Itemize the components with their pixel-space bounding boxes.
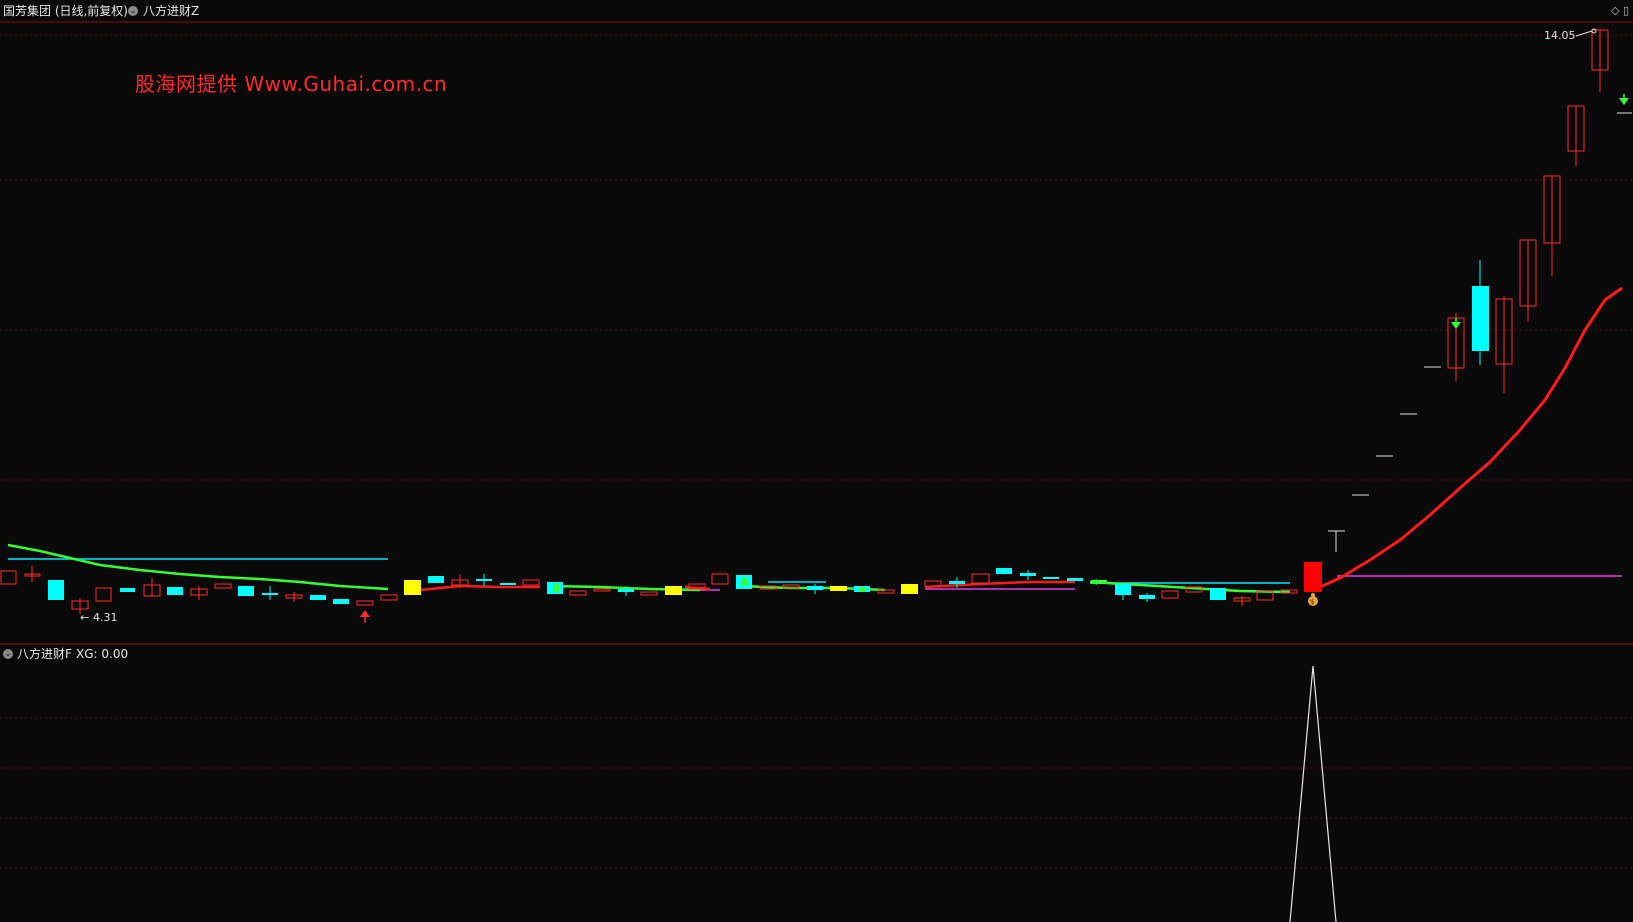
candle-up[interactable] bbox=[640, 591, 658, 596]
candle-highlight bbox=[742, 578, 747, 586]
candle-up[interactable] bbox=[877, 589, 895, 594]
sub-grid bbox=[0, 717, 1633, 869]
candle-down[interactable] bbox=[310, 595, 326, 600]
low-price-arrow: ← bbox=[80, 611, 89, 624]
candle-down[interactable] bbox=[167, 587, 183, 595]
candle-up[interactable] bbox=[0, 570, 17, 585]
svg-text:$: $ bbox=[1310, 598, 1314, 606]
red-ma-line bbox=[419, 584, 540, 592]
candle-up[interactable] bbox=[782, 584, 800, 589]
sub-indicator-label[interactable]: 八方进财F bbox=[17, 644, 72, 664]
chart-canvas[interactable]: $ 14.05 4.31 ← bbox=[0, 0, 1633, 922]
candle-special[interactable] bbox=[665, 586, 682, 595]
low-price-label: 4.31 bbox=[93, 611, 118, 624]
cyan-lines bbox=[8, 558, 1290, 584]
candle-down[interactable] bbox=[262, 593, 278, 595]
candle-down[interactable] bbox=[949, 581, 965, 584]
candle-down[interactable] bbox=[476, 579, 492, 581]
high-price-pointer bbox=[1575, 30, 1593, 37]
candle-up[interactable] bbox=[593, 588, 611, 592]
candle-down[interactable] bbox=[1210, 588, 1226, 600]
candle-special[interactable] bbox=[404, 580, 421, 595]
red-up-arrow-icon bbox=[360, 610, 370, 623]
candle-down[interactable] bbox=[1067, 578, 1083, 581]
green-ma-line bbox=[7, 543, 389, 591]
candle-highlight bbox=[553, 584, 559, 592]
candle-down[interactable] bbox=[1043, 577, 1059, 579]
candle-down[interactable] bbox=[618, 589, 634, 592]
candle-up[interactable] bbox=[971, 573, 990, 584]
candlesticks[interactable] bbox=[0, 29, 1632, 614]
candle-up[interactable] bbox=[711, 573, 729, 585]
candle-down[interactable] bbox=[333, 599, 349, 604]
cyan-arrow-icon bbox=[1091, 579, 1097, 585]
candle-up[interactable] bbox=[214, 583, 232, 589]
candle-up[interactable] bbox=[356, 600, 374, 606]
candle-up[interactable] bbox=[95, 587, 112, 602]
candle-down[interactable] bbox=[807, 586, 823, 590]
candle-up[interactable] bbox=[522, 579, 540, 586]
candle-highlight bbox=[860, 587, 865, 592]
sub-chart-header: ⌄ 八方进财F XG: 0.00 bbox=[0, 644, 1633, 664]
xg-value-label: XG: 0.00 bbox=[76, 647, 129, 661]
candle-down[interactable] bbox=[238, 586, 254, 596]
candle-down[interactable] bbox=[1139, 595, 1155, 599]
high-price-label: 14.05 bbox=[1544, 29, 1576, 42]
candle-special[interactable] bbox=[830, 586, 847, 591]
candle-up[interactable] bbox=[1161, 590, 1179, 599]
candle-down[interactable] bbox=[428, 576, 444, 583]
main-grid bbox=[0, 34, 1633, 481]
green-down-arrow-icon bbox=[1619, 94, 1629, 105]
candle-down[interactable] bbox=[120, 588, 135, 592]
candle-signal[interactable] bbox=[1304, 562, 1322, 592]
red-ma-line bbox=[1317, 286, 1623, 590]
candle-down[interactable] bbox=[996, 568, 1012, 574]
candle-down[interactable] bbox=[48, 580, 64, 600]
red-ma-line bbox=[924, 580, 1075, 589]
stock-chart-window: 国芳集团 (日线,前复权) ⌄ 八方进财Z ◇ ▯ 股海网提供 Www.Guha… bbox=[0, 0, 1633, 922]
candle-down[interactable] bbox=[1020, 573, 1036, 576]
candle-down[interactable] bbox=[500, 583, 516, 585]
candle-down[interactable] bbox=[1115, 584, 1131, 595]
candle-down[interactable] bbox=[1472, 286, 1489, 351]
money-bag-icon: $ bbox=[1308, 593, 1318, 606]
candle-up[interactable] bbox=[569, 590, 587, 596]
candle-up[interactable] bbox=[380, 594, 398, 601]
candle-special[interactable] bbox=[901, 584, 918, 594]
green-down-arrow-icon bbox=[1451, 318, 1461, 329]
xg-signal-line bbox=[1289, 665, 1337, 922]
sub-indicator-toggle-icon[interactable]: ⌄ bbox=[3, 649, 13, 659]
